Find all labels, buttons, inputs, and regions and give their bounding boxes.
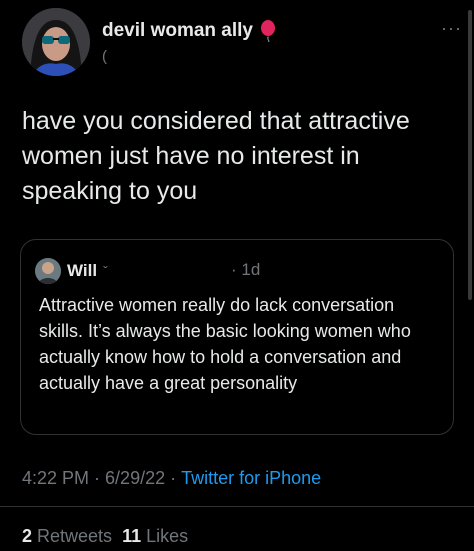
tweet-text: have you considered that attractive wome… (22, 107, 410, 205)
more-options-icon[interactable]: ··· (441, 18, 462, 39)
tweet-time: 4:22 PM (22, 468, 90, 488)
retweets-stat[interactable]: 2 Retweets (22, 526, 112, 547)
scrollbar[interactable] (468, 10, 472, 300)
likes-count: 11 (122, 526, 142, 546)
quoted-author-name: Will (67, 261, 98, 280)
tweet-stats: 2 Retweets 11 Likes (22, 526, 198, 547)
likes-stat[interactable]: 11 Likes (122, 526, 188, 547)
quoted-tweet-time: · 1d (231, 260, 261, 279)
quoted-author-handle: ˇ (103, 263, 108, 279)
author-name-row: devil woman ally (102, 20, 277, 43)
author-avatar[interactable] (22, 8, 90, 76)
tweet-date: 6/29/22 (105, 468, 166, 488)
quoted-tweet-card[interactable]: Will ˇ · 1d Attractive women really do l… (20, 239, 454, 435)
likes-label: Likes (146, 526, 189, 546)
retweets-count: 2 (22, 526, 33, 546)
quoted-tweet-text: Attractive women really do lack conversa… (39, 295, 411, 393)
author-display-name[interactable]: devil woman ally (102, 20, 253, 42)
tweet-metadata: 4:22 PM · 6/29/22 · Twitter for iPhone (22, 468, 321, 489)
divider (0, 506, 474, 507)
balloon-icon (259, 20, 277, 43)
tweet-source-link[interactable]: Twitter for iPhone (181, 468, 321, 489)
meta-separator: · (89, 468, 106, 488)
meta-separator: · (165, 468, 182, 488)
tweet-header: devil woman ally ( ··· (22, 8, 462, 78)
author-handle: ( (102, 48, 107, 65)
quoted-author-avatar (35, 258, 61, 284)
retweets-label: Retweets (37, 526, 113, 546)
quoted-tweet-header: Will ˇ (35, 258, 108, 284)
